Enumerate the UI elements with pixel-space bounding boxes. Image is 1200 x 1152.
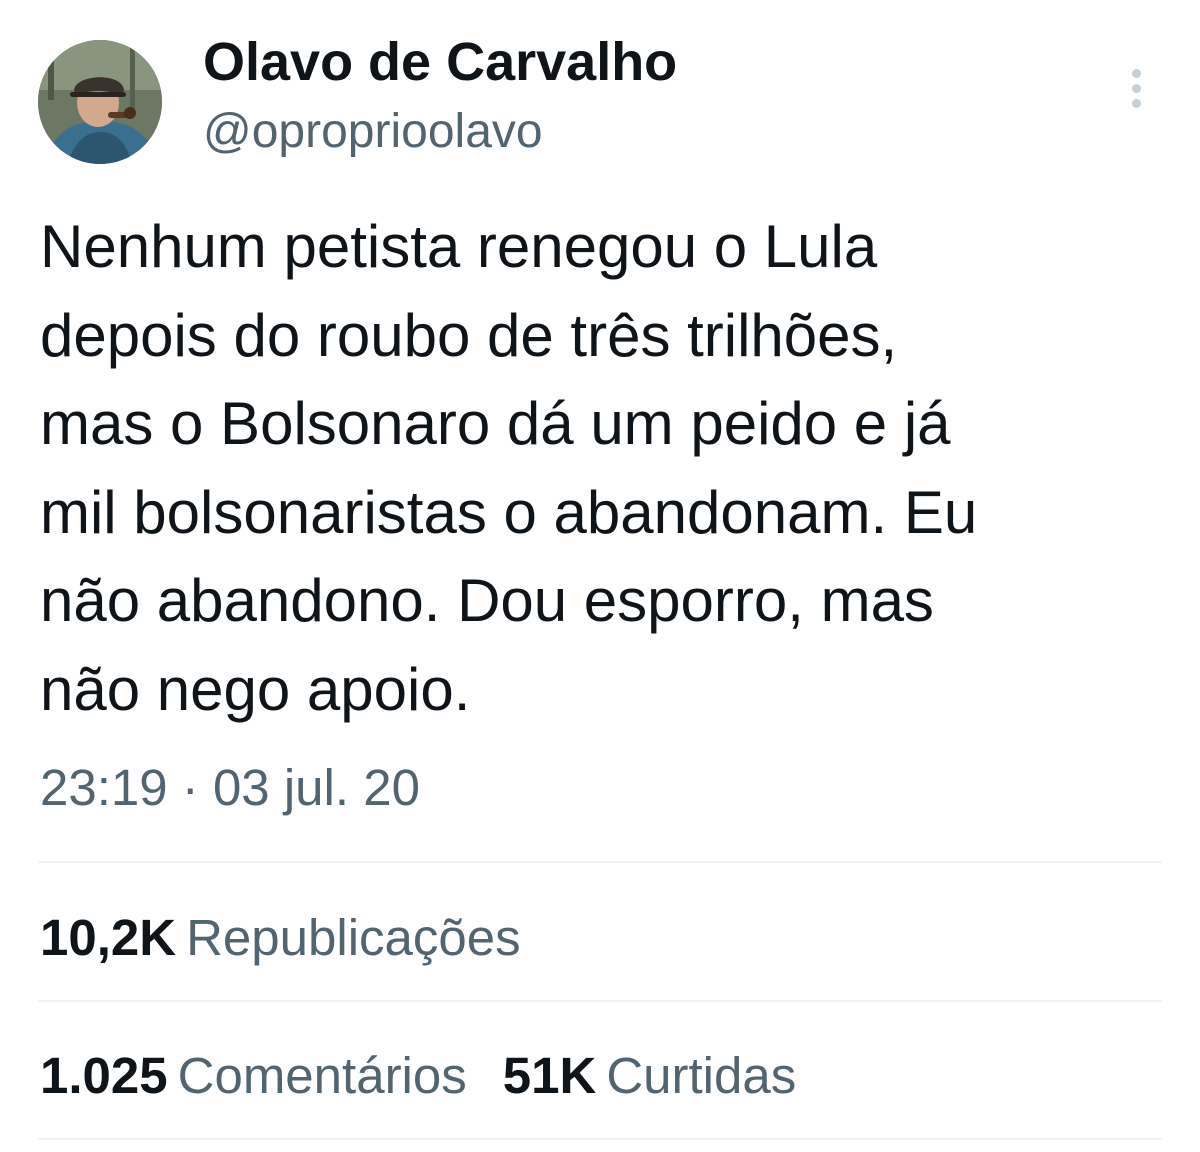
tweet-timestamp[interactable]: 23:19 · 03 jul. 20 (40, 756, 420, 820)
more-vertical-icon[interactable] (1118, 62, 1154, 114)
profile-photo-icon (38, 40, 162, 164)
comments-count: 1.025 (40, 1047, 168, 1104)
divider (38, 861, 1162, 863)
divider (38, 1000, 1162, 1002)
more-dot (1131, 98, 1141, 108)
author-handle[interactable]: @oproprioolavo (203, 103, 543, 161)
likes-label: Curtidas (606, 1047, 797, 1104)
comments-label: Comentários (177, 1047, 467, 1104)
divider (38, 1138, 1162, 1140)
tweet-text: Nenhum petista renegou o Lula depois do … (40, 203, 1160, 734)
avatar[interactable] (38, 40, 162, 164)
likes-stat[interactable]: 51K Curtidas (503, 1044, 796, 1108)
author-display-name[interactable]: Olavo de Carvalho (203, 30, 677, 94)
tweet-text-line: não abandono. Dou esporro, mas (40, 567, 934, 634)
engagement-stats-row: 1.025 Comentários 51K Curtidas (40, 1044, 796, 1108)
more-dot (1131, 83, 1141, 93)
reposts-stats-row: 10,2K Republicações (40, 906, 521, 970)
reposts-label: Republicações (186, 909, 521, 966)
tweet-text-line: mil bolsonaristas o abandonam. Eu (40, 478, 978, 546)
reposts-count: 10,2K (40, 909, 177, 966)
tweet-text-line: mas o Bolsonaro dá um peido e já (40, 390, 951, 457)
tweet-text-line: Nenhum petista renegou o Lula (40, 213, 878, 280)
likes-count: 51K (502, 1047, 597, 1104)
tweet-text-line: não nego apoio. (40, 655, 471, 723)
tweet-text-line: depois do roubo de três trilhões, (40, 301, 898, 369)
reposts-stat[interactable]: 10,2K Republicações (40, 906, 521, 970)
comments-stat[interactable]: 1.025 Comentários (40, 1044, 467, 1108)
more-dot (1131, 68, 1141, 78)
